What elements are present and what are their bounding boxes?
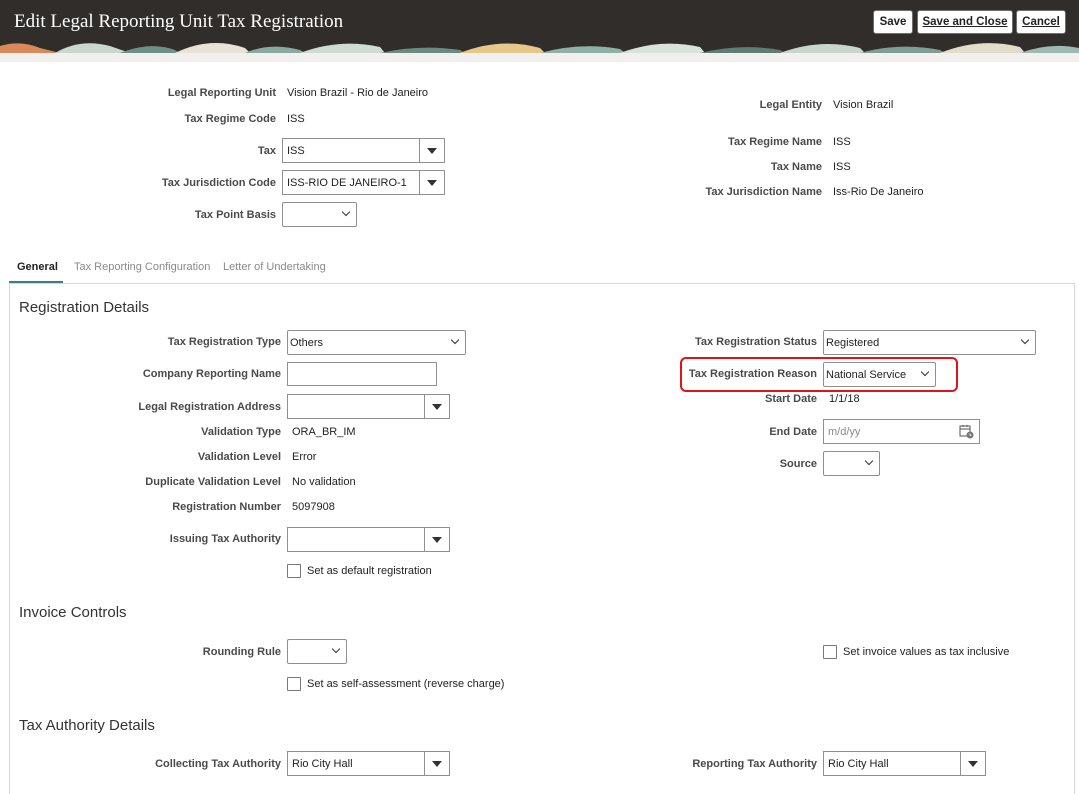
tab-general[interactable]: General [9, 252, 63, 283]
tax-registration-type-select[interactable]: Others [287, 330, 466, 355]
tax-name-label: Tax Name [770, 161, 822, 173]
chevron-down-icon [450, 335, 460, 345]
triangle-down-icon [432, 403, 442, 410]
validation-type-label: Validation Type [201, 426, 281, 438]
triangle-down-icon [427, 179, 437, 186]
tax-regime-name-label: Tax Regime Name [728, 136, 822, 148]
collecting-tax-authority-combobox[interactable]: Rio City Hall [287, 751, 450, 776]
duplicate-validation-level-value: No validation [292, 476, 356, 488]
company-reporting-name-label: Company Reporting Name [142, 368, 281, 380]
chevron-down-icon [864, 456, 874, 466]
tax-jurisdiction-code-dropdown-button[interactable] [419, 171, 444, 194]
tax-point-basis-select[interactable] [282, 202, 357, 227]
start-date-label: Start Date [765, 393, 817, 405]
tax-inclusive-checkbox[interactable] [823, 645, 837, 659]
tax-point-basis-label: Tax Point Basis [194, 209, 276, 221]
legal-reporting-unit-value: Vision Brazil - Rio de Janeiro [287, 87, 429, 99]
tax-authority-details-heading: Tax Authority Details [19, 717, 155, 734]
validation-level-label: Validation Level [197, 451, 281, 463]
legal-reporting-unit-label: Legal Reporting Unit [167, 87, 276, 99]
save-and-close-label: Save and Close [922, 16, 1008, 28]
tax-jurisdiction-code-label: Tax Jurisdiction Code [161, 177, 276, 189]
source-select[interactable] [823, 451, 880, 476]
legal-entity-value: Vision Brazil [833, 99, 894, 111]
triangle-down-icon [432, 536, 442, 543]
duplicate-validation-level-label: Duplicate Validation Level [145, 476, 281, 488]
tax-registration-type-value: Others [290, 337, 324, 349]
highlight-box [680, 357, 958, 392]
header-decoration [0, 43, 1079, 53]
cancel-button[interactable]: Cancel [1016, 10, 1066, 34]
reporting-tax-authority-label: Reporting Tax Authority [692, 758, 817, 770]
chevron-down-icon [1020, 335, 1030, 345]
reporting-tax-authority-combobox[interactable]: Rio City Hall [823, 751, 986, 776]
tax-registration-status-select[interactable]: Registered [823, 330, 1036, 355]
end-date-label: End Date [769, 426, 817, 438]
calendar-icon[interactable] [959, 424, 974, 439]
legal-registration-address-label: Legal Registration Address [138, 401, 281, 413]
tax-dropdown-button[interactable] [419, 139, 444, 162]
tax-jurisdiction-code-combobox[interactable]: ISS-RIO DE JANEIRO-1 [282, 170, 445, 195]
tax-registration-type-label: Tax Registration Type [167, 336, 281, 348]
tax-registration-status-label: Tax Registration Status [694, 336, 817, 348]
tax-jurisdiction-name-label: Tax Jurisdiction Name [705, 186, 822, 198]
triangle-down-icon [427, 147, 437, 154]
legal-entity-label: Legal Entity [759, 99, 822, 111]
tab-tax-reporting-configuration[interactable]: Tax Reporting Configuration [74, 252, 210, 283]
invoice-controls-heading: Invoice Controls [19, 604, 127, 621]
tax-regime-code-value: ISS [287, 113, 305, 125]
reporting-tax-authority-dropdown-button[interactable] [960, 752, 985, 775]
reporting-tax-authority-value: Rio City Hall [828, 758, 889, 770]
save-and-close-button[interactable]: Save and Close [917, 10, 1013, 34]
registration-details-heading: Registration Details [19, 299, 150, 316]
issuing-tax-authority-dropdown-button[interactable] [424, 528, 449, 551]
collecting-tax-authority-dropdown-button[interactable] [424, 752, 449, 775]
page-title: Edit Legal Reporting Unit Tax Registrati… [14, 11, 344, 32]
tax-regime-name-value: ISS [833, 136, 851, 148]
header-strip [0, 53, 1079, 62]
legal-registration-address-combobox[interactable] [287, 394, 450, 419]
self-assessment-label: Set as self-assessment (reverse charge) [307, 678, 505, 690]
tax-jurisdiction-name-value: Iss-Rio De Janeiro [833, 186, 924, 198]
collecting-tax-authority-value: Rio City Hall [292, 758, 353, 770]
tax-value: ISS [287, 145, 305, 157]
legal-registration-address-dropdown-button[interactable] [424, 395, 449, 418]
triangle-down-icon [432, 760, 442, 767]
tax-combobox[interactable]: ISS [282, 138, 445, 163]
start-date-value: 1/1/18 [829, 393, 860, 405]
tax-label: Tax [257, 145, 276, 157]
validation-type-value: ORA_BR_IM [292, 426, 356, 438]
end-date-input[interactable]: m/d/yy [823, 419, 980, 444]
tab-letter-of-undertaking[interactable]: Letter of Undertaking [223, 252, 326, 283]
registration-number-label: Registration Number [172, 501, 281, 513]
company-reporting-name-input[interactable] [287, 362, 437, 386]
source-label: Source [779, 458, 817, 470]
registration-number-value: 5097908 [292, 501, 335, 513]
tax-name-value: ISS [833, 161, 851, 173]
tax-regime-code-label: Tax Regime Code [184, 113, 277, 125]
self-assessment-checkbox[interactable] [287, 677, 301, 691]
issuing-tax-authority-label: Issuing Tax Authority [169, 533, 281, 545]
tax-jurisdiction-code-value: ISS-RIO DE JANEIRO-1 [287, 177, 407, 189]
rounding-rule-select[interactable] [287, 639, 347, 664]
validation-level-value: Error [292, 451, 317, 463]
save-button[interactable]: Save [873, 10, 913, 34]
issuing-tax-authority-combobox[interactable] [287, 527, 450, 552]
default-registration-label: Set as default registration [307, 565, 432, 577]
chevron-down-icon [341, 207, 351, 217]
default-registration-checkbox[interactable] [287, 564, 301, 578]
cancel-label: Cancel [1022, 16, 1060, 28]
tax-registration-status-value: Registered [826, 337, 880, 349]
end-date-placeholder: m/d/yy [828, 426, 861, 438]
triangle-down-icon [968, 760, 978, 767]
page-header: Edit Legal Reporting Unit Tax Registrati… [0, 0, 1079, 53]
tax-inclusive-label: Set invoice values as tax inclusive [843, 646, 1010, 658]
rounding-rule-label: Rounding Rule [202, 646, 281, 658]
collecting-tax-authority-label: Collecting Tax Authority [155, 758, 281, 770]
chevron-down-icon [331, 644, 341, 654]
